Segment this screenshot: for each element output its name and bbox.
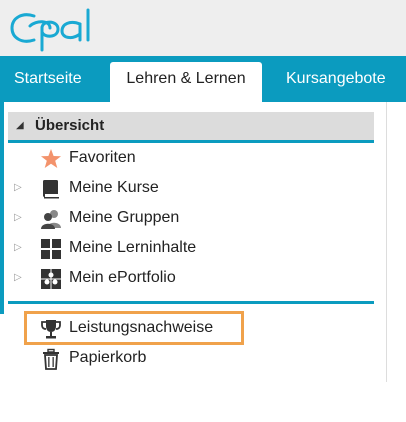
tree-item-label: Meine Lerninhalte [69, 239, 197, 256]
opal-logo[interactable] [8, 2, 128, 54]
puzzle-icon [41, 269, 61, 289]
tab-lehren-lernen[interactable]: Lehren & Lernen [110, 62, 262, 102]
triangle-right-icon[interactable]: ▷ [14, 242, 24, 254]
tree-item-label: Papierkorb [69, 349, 147, 366]
star-icon [41, 149, 61, 168]
tree-item-meine-kurse[interactable]: ▷ Meine Kurse [14, 176, 354, 202]
grid-icon [41, 239, 61, 259]
tree-item-meine-lerninhalte[interactable]: ▷ Meine Lerninhalte [14, 236, 354, 262]
tab-kursangebote[interactable]: Kursangebote [286, 62, 386, 102]
nav-left-border [0, 102, 4, 314]
section-divider [8, 140, 374, 143]
group-icon [41, 210, 61, 229]
main-tab-bar: Startseite Lehren & Lernen Kursangebote [0, 56, 406, 102]
highlight-box [24, 311, 244, 345]
tree-item-label: Meine Kurse [69, 179, 159, 196]
triangle-right-icon[interactable]: ▷ [14, 182, 24, 194]
tree-item-meine-gruppen[interactable]: ▷ Meine Gruppen [14, 206, 354, 232]
book-icon [43, 180, 59, 199]
nav-right-divider [386, 102, 387, 382]
tree-item-label: Meine Gruppen [69, 209, 180, 226]
app-header [0, 0, 406, 56]
tab-startseite[interactable]: Startseite [14, 62, 82, 102]
tree-root-label: Übersicht [35, 117, 105, 134]
tree-root-uebersicht[interactable]: ◢ Übersicht [8, 112, 374, 140]
trash-icon [43, 348, 59, 370]
section-divider [8, 301, 374, 304]
tree-item-papierkorb[interactable]: Papierkorb [14, 346, 354, 372]
triangle-down-icon[interactable]: ◢ [16, 120, 24, 131]
triangle-right-icon[interactable]: ▷ [14, 212, 24, 224]
tree-item-label: Mein ePortfolio [69, 269, 176, 286]
tree-item-label: Favoriten [69, 149, 136, 166]
triangle-right-icon[interactable]: ▷ [14, 272, 24, 284]
tree-item-favoriten[interactable]: Favoriten [14, 146, 354, 172]
tree-item-mein-eportfolio[interactable]: ▷ Mein ePortfolio [14, 266, 354, 292]
